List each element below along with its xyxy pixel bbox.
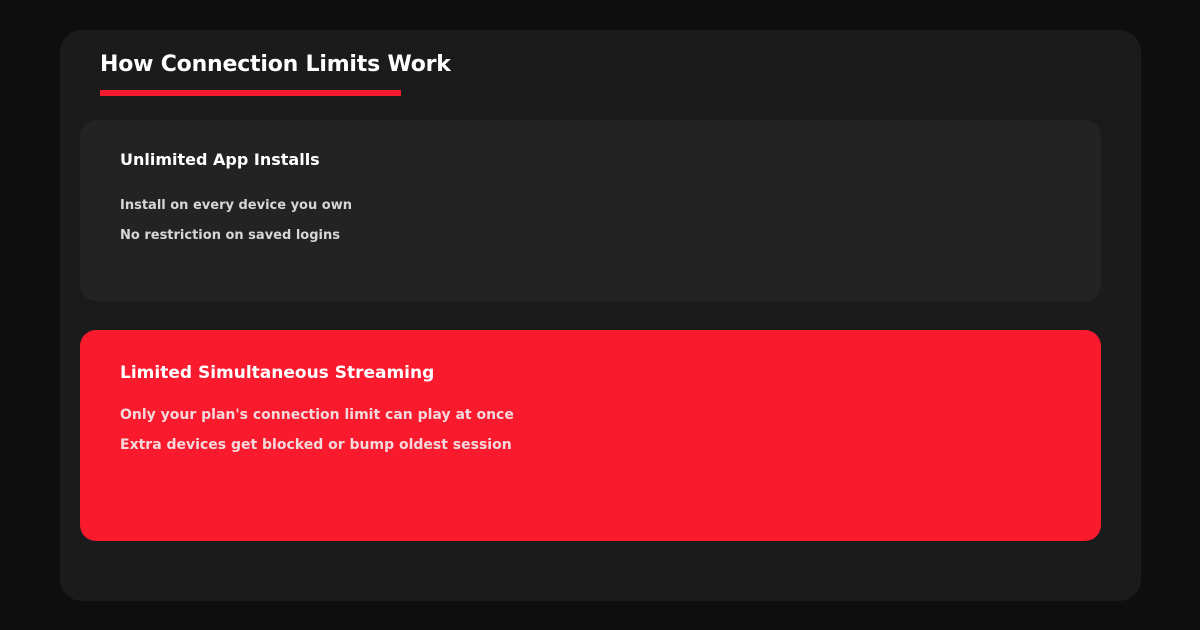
card-title: Unlimited App Installs xyxy=(120,150,320,169)
limited-streaming-card: Limited Simultaneous Streaming Only your… xyxy=(80,330,1101,541)
card-line: No restriction on saved logins xyxy=(120,228,340,243)
card-line: Only your plan's connection limit can pl… xyxy=(120,407,514,423)
unlimited-installs-card: Unlimited App Installs Install on every … xyxy=(80,120,1101,301)
card-title: Limited Simultaneous Streaming xyxy=(120,363,435,383)
connection-limits-panel: How Connection Limits Work Unlimited App… xyxy=(60,30,1141,601)
title-underline xyxy=(100,90,401,96)
card-line: Extra devices get blocked or bump oldest… xyxy=(120,437,512,453)
page-title: How Connection Limits Work xyxy=(100,52,451,77)
card-line: Install on every device you own xyxy=(120,198,352,213)
